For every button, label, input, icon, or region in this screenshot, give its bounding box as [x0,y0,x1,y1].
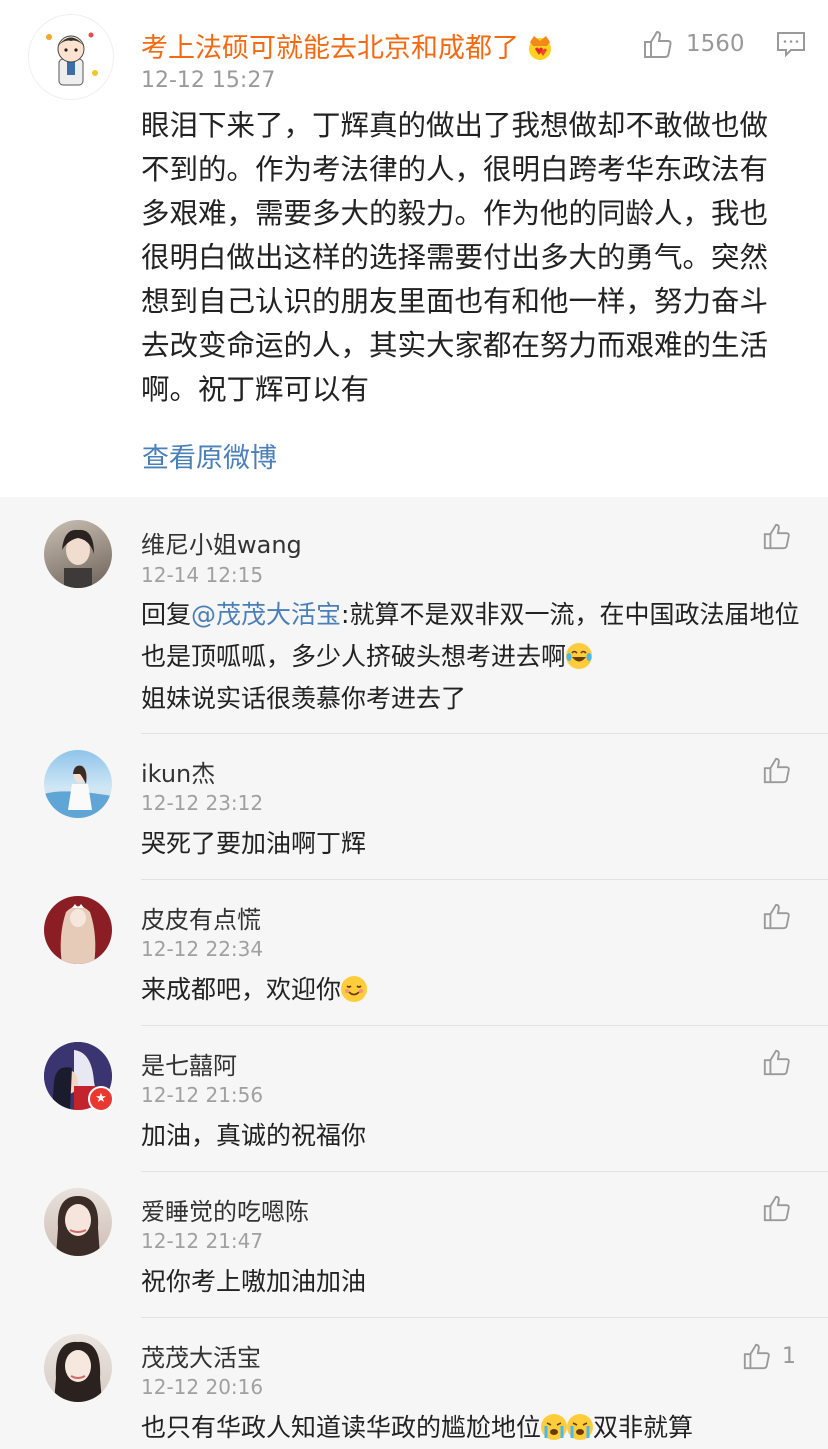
post-like-count: 1560 [686,31,745,57]
reply-prefix: 回复 [141,600,192,629]
reply-text: 回复@茂茂大活宝:就算不是双非双一流，在中国政法届地位也是顶呱呱，多少人挤破头想… [141,594,801,720]
divider [141,1025,828,1026]
thumbs-up-icon [743,1343,770,1370]
reply-like-button[interactable] [762,1047,792,1077]
crying-emoji [541,1414,568,1440]
reply-like-button[interactable] [762,755,792,785]
reply-author[interactable]: 爱睡觉的吃嗯陈 [141,1192,309,1227]
avatar[interactable]: ★ [44,1042,114,1112]
thumbs-up-icon [763,1195,790,1222]
reply-text-part: 也只有华政人知道读华政的尴尬地位 [141,1413,542,1442]
reply-time: 12-14 12:15 [141,563,264,587]
original-comment: 考上法硕可就能去北京和成都了 12-12 15:27 1560 眼泪下来了，丁辉… [0,0,828,497]
reply-text: 也只有华政人知道读华政的尴尬地位 双非就算 [141,1407,821,1449]
reply-like-button[interactable] [762,901,792,931]
reply-text-part: 姐妹说实话很羡慕你考进去了 [141,684,467,713]
thumbs-up-icon [763,523,790,550]
reply-like-button[interactable]: 1 [742,1341,796,1371]
thumbs-up-icon [763,757,790,784]
author-avatar[interactable] [28,14,114,100]
reply-like-button[interactable] [762,1193,792,1223]
mention-link[interactable]: @茂茂大活宝 [191,600,341,629]
reply-time: 12-12 23:12 [141,791,264,815]
divider [141,1171,828,1172]
divider [141,879,828,880]
post-time: 12-12 15:27 [141,68,276,93]
thumbs-up-icon [644,30,672,58]
reply-time: 12-12 21:47 [141,1229,264,1253]
avatar[interactable] [44,896,112,964]
replies-list: 维尼小姐wang 12-14 12:15 回复@茂茂大活宝:就算不是双非双一流，… [0,497,828,1449]
reply-like-count: 1 [782,1343,796,1369]
thumbs-up-icon [763,903,790,930]
author-name[interactable]: 考上法硕可就能去北京和成都了 [141,26,555,68]
reply-author[interactable]: 是七囍阿 [141,1046,237,1081]
thumbs-up-icon [763,1049,790,1076]
reply-text: 哭死了要加油啊丁辉 [141,829,367,858]
avatar[interactable] [44,520,112,588]
reply-time: 12-12 20:16 [141,1375,264,1399]
comment-icon[interactable] [776,30,806,62]
post-text: 眼泪下来了，丁辉真的做出了我想做却不敢做也做不到的。作为考法律的人，很明白跨考华… [141,109,769,406]
reply-time: 12-12 22:34 [141,937,264,961]
reply-text-part: 双非就算 [593,1413,694,1442]
post-like-button[interactable]: 1560 [642,28,745,60]
crying-emoji [567,1414,594,1440]
reply-like-button[interactable] [762,521,792,551]
divider [141,733,828,734]
reply-text: 加油，真诚的祝福你 [141,1121,367,1150]
reply-author[interactable]: 皮皮有点慌 [141,900,261,935]
view-original-link[interactable]: 查看原微博 [142,436,277,475]
avatar[interactable] [44,750,112,818]
reply-author[interactable]: ikun杰 [141,754,215,789]
smile-emoji [341,976,368,1002]
laughing-tears-emoji [566,643,593,669]
reply-author[interactable]: 维尼小姐wang [141,525,302,560]
avatar[interactable] [44,1188,112,1256]
reply-author[interactable]: 茂茂大活宝 [141,1338,261,1373]
author-name-text[interactable]: 考上法硕可就能去北京和成都了 [141,33,519,64]
reply-text-part: 来成都吧，欢迎你 [141,975,342,1004]
divider [141,1317,828,1318]
reply-time: 12-12 21:56 [141,1083,264,1107]
avatar[interactable] [44,1334,112,1402]
reply-text: 祝你考上嗷加油加油 [141,1267,367,1296]
crown-badge-icon [525,33,555,68]
reply-text: 来成都吧，欢迎你 [141,969,801,1011]
verified-badge-icon: ★ [88,1086,114,1112]
